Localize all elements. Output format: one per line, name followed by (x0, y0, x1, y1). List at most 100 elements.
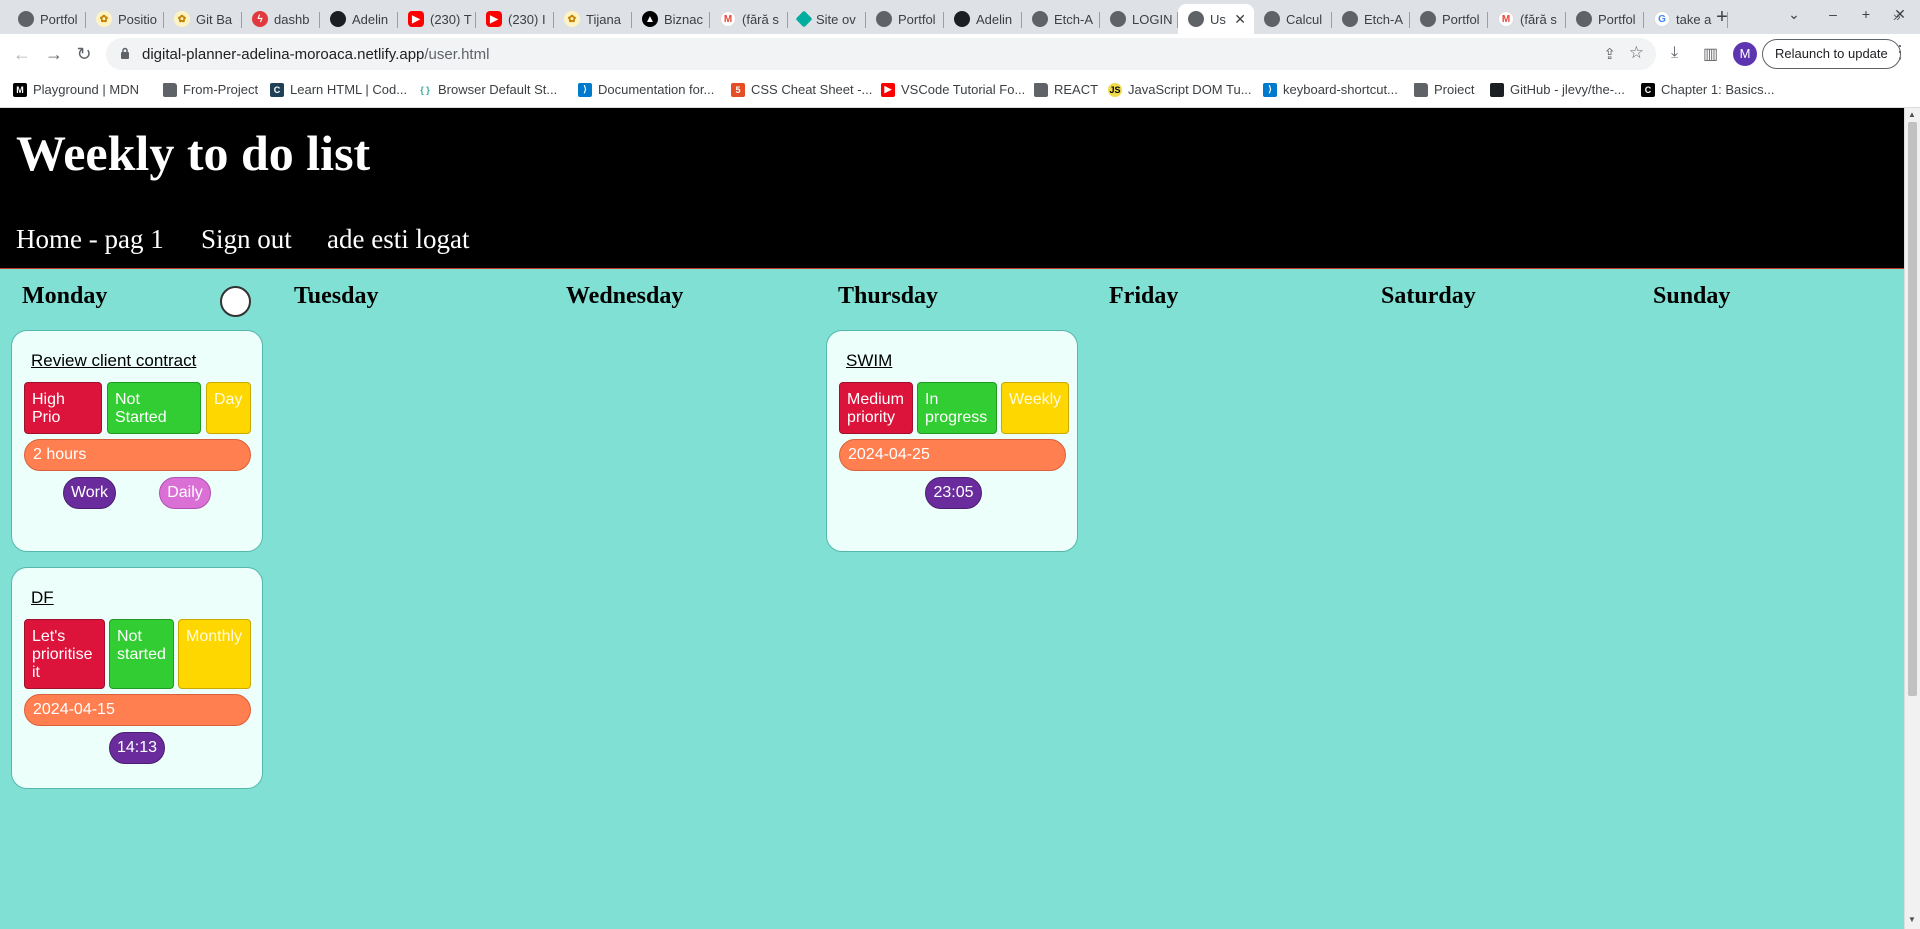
scrollbar-thumb[interactable] (1908, 122, 1917, 696)
due-date-pill: 2024-04-15 (24, 694, 251, 726)
lock-icon (121, 47, 129, 59)
share-icon[interactable]: ⇪ (1603, 45, 1616, 63)
bookmark-item[interactable]: JS JavaScript DOM Tu... (1108, 82, 1252, 97)
address-bar[interactable]: digital-planner-adelina-moroaca.netlify.… (106, 38, 1656, 70)
browser-tab[interactable]: M (fără s (1488, 4, 1566, 34)
globe-icon (1576, 11, 1592, 27)
profile-avatar[interactable]: M (1733, 42, 1757, 66)
browser-tab[interactable]: Adelin (320, 4, 398, 34)
forward-arrow-icon[interactable]: → (42, 42, 66, 66)
tab-label: dashb (274, 11, 310, 27)
close-tab-icon[interactable]: ✕ (1234, 11, 1246, 28)
reload-icon[interactable]: ↻ (72, 42, 96, 66)
bookmark-item[interactable]: { } Browser Default St... (418, 82, 557, 97)
task-title[interactable]: SWIM (846, 351, 892, 371)
browser-toolbar: ← → ↻ digital-planner-adelina-moroaca.ne… (0, 34, 1920, 74)
youtube-icon: ▶ (408, 11, 424, 27)
browser-tab[interactable]: ✿ Tijana (554, 4, 632, 34)
back-arrow-icon[interactable]: ← (10, 42, 34, 66)
browser-tab[interactable]: ▶ (230) I (476, 4, 554, 34)
scroll-down-arrow-icon[interactable]: ▼ (1908, 915, 1916, 924)
tab-label: Biznac (664, 11, 704, 27)
day-header-friday: Friday (1109, 283, 1179, 309)
bookmark-item[interactable]: C Learn HTML | Cod... (270, 82, 407, 97)
task-title[interactable]: Review client contract (31, 351, 196, 371)
browser-tab[interactable]: Portfol (1410, 4, 1488, 34)
task-title[interactable]: DF (31, 588, 54, 608)
maximize-button[interactable]: + (1851, 6, 1881, 22)
browser-tab[interactable]: ✿ Positio (86, 4, 164, 34)
github-icon (954, 11, 970, 27)
bookmark-item[interactable]: ⟩ Documentation for... (578, 82, 714, 97)
bookmark-item[interactable]: REACT (1034, 82, 1098, 97)
new-tab-button[interactable]: + (1708, 6, 1736, 30)
youtube-icon: ▶ (881, 82, 895, 97)
bookmark-item[interactable]: ⟩ keyboard-shortcut... (1263, 82, 1398, 97)
bookmark-item[interactable]: From-Project (163, 82, 258, 97)
browser-tab[interactable]: Portfol (866, 4, 944, 34)
browser-tab[interactable]: ϟ dashb (242, 4, 320, 34)
bookmark-item[interactable]: C Chapter 1: Basics... (1641, 82, 1774, 97)
tab-search-chevron-icon[interactable]: ⌄ (1779, 6, 1809, 23)
category-badge: Work (63, 477, 116, 509)
browser-tab[interactable]: Adelin (944, 4, 1022, 34)
task-card[interactable]: SWIM Medium priority In progress Weekly … (826, 330, 1078, 552)
codecademy-icon: C (270, 82, 284, 97)
bookmark-item[interactable]: GitHub - jlevy/the-... (1490, 82, 1625, 97)
browser-tab[interactable]: ▶ (230) T (398, 4, 476, 34)
html5-icon: 5 (731, 82, 745, 97)
tab-label: (230) T (430, 11, 472, 27)
page-scrollbar[interactable]: ▲ ▼ (1904, 108, 1920, 929)
task-card[interactable]: Review client contract High Prio Not Sta… (11, 330, 263, 552)
nav-signout-link[interactable]: Sign out (201, 224, 292, 255)
chapter-icon: C (1641, 82, 1655, 97)
bookmark-label: Proiect (1434, 82, 1475, 97)
tab-label: (230) I (508, 11, 546, 27)
browser-tab[interactable]: Etch-A (1022, 4, 1100, 34)
browser-tab[interactable]: Etch-A (1332, 4, 1410, 34)
period-tag: Monthly (178, 619, 251, 689)
tab-label: Portfol (1598, 11, 1636, 27)
extension-icon: ✿ (174, 11, 190, 27)
bookmark-label: JavaScript DOM Tu... (1128, 82, 1252, 97)
triangle-icon: ▲ (642, 11, 658, 27)
browser-tab[interactable]: ✿ Git Ba (164, 4, 242, 34)
status-tag: Not Started (107, 382, 201, 434)
browser-tab[interactable]: Site ov (788, 4, 866, 34)
minimize-button[interactable]: – (1818, 6, 1848, 22)
browser-tab[interactable]: ▲ Biznac (632, 4, 710, 34)
relaunch-button[interactable]: Relaunch to update (1762, 39, 1901, 69)
folder-icon (163, 82, 177, 97)
github-icon (1490, 82, 1504, 97)
page-title: Weekly to do list (16, 125, 371, 181)
browser-menu-icon[interactable]: ⋮ (1891, 42, 1909, 63)
tab-label: Us (1210, 11, 1226, 27)
bookmark-item[interactable]: 5 CSS Cheat Sheet -... (731, 82, 872, 97)
task-card[interactable]: DF Let's prioritise it Not started Month… (11, 567, 263, 789)
bookmark-item[interactable]: M Playground | MDN (13, 82, 139, 97)
toggle-circle-button[interactable] (220, 286, 251, 317)
tab-label: Portfol (898, 11, 936, 27)
tab-label: Adelin (352, 11, 389, 27)
globe-icon (1264, 11, 1280, 27)
browser-tab[interactable]: Calcul (1254, 4, 1332, 34)
url-path: /user.html (424, 46, 490, 63)
browser-tab[interactable]: Portfol (8, 4, 86, 34)
browser-tab[interactable]: Portfol (1566, 4, 1644, 34)
status-tag: In progress (917, 382, 997, 434)
bookmarks-overflow-icon[interactable]: » (1893, 8, 1901, 24)
bookmark-item[interactable]: ▶ VSCode Tutorial Fo... (881, 82, 1025, 97)
bookmark-label: keyboard-shortcut... (1283, 82, 1398, 97)
side-panel-icon[interactable]: ▥ (1703, 44, 1718, 64)
dashboard-icon: ϟ (252, 11, 268, 27)
browser-tab-active[interactable]: Us ✕ (1178, 4, 1254, 34)
browser-tab[interactable]: M (fără s (710, 4, 788, 34)
download-icon[interactable]: ⤓ (1671, 44, 1678, 62)
vscode-icon: ⟩ (1263, 82, 1277, 97)
scroll-up-arrow-icon[interactable]: ▲ (1908, 110, 1916, 119)
bookmark-label: CSS Cheat Sheet -... (751, 82, 873, 97)
bookmark-star-icon[interactable]: ☆ (1629, 43, 1644, 63)
bookmark-item[interactable]: Proiect (1414, 82, 1474, 97)
nav-home-link[interactable]: Home - pag 1 (16, 224, 164, 255)
browser-tab[interactable]: LOGIN (1100, 4, 1178, 34)
